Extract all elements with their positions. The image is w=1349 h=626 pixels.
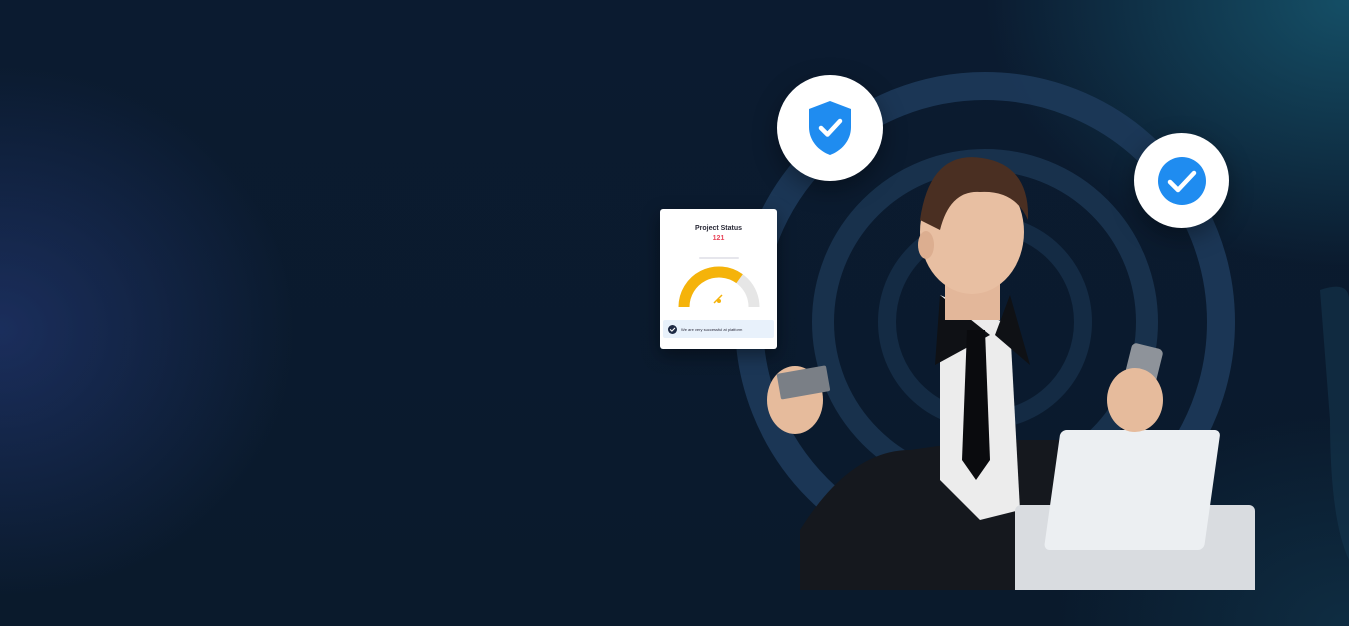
card-footer: We are very successful at platform [663, 320, 774, 338]
security-badge [777, 75, 883, 181]
card-count-value: 121 [712, 235, 725, 242]
verified-badge [1134, 133, 1229, 228]
card-count: 121 [660, 235, 777, 242]
check-circle-icon [1157, 156, 1206, 205]
project-status-card: Project Status 121 We are very successfu… [660, 209, 777, 349]
hero-banner: Project Status 121 We are very successfu… [0, 0, 1349, 626]
progress-gauge [678, 266, 760, 308]
check-circle-icon [668, 324, 677, 334]
card-footer-text: We are very successful at platform [681, 326, 743, 332]
shield-check-icon [809, 101, 851, 155]
card-title: Project Status [694, 225, 743, 232]
card-subtitle-placeholder [660, 246, 777, 259]
